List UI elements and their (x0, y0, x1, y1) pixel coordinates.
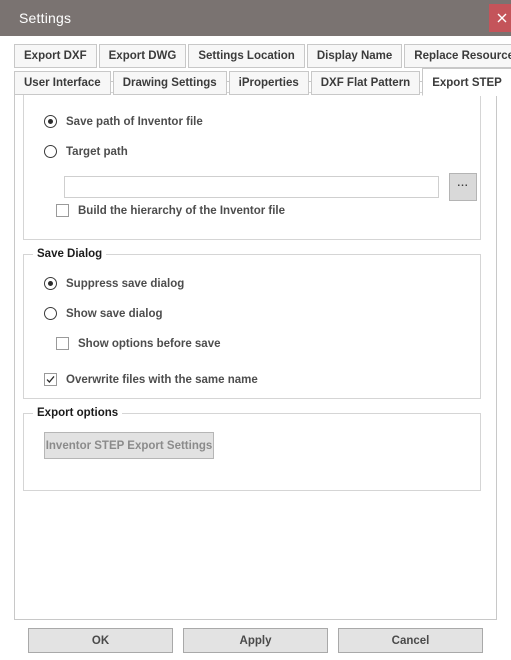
apply-button-label: Apply (239, 634, 272, 647)
checkbox-icon (56, 337, 69, 350)
radio-save-path-of-inventor-file[interactable]: Save path of Inventor file (44, 115, 203, 128)
inventor-step-export-settings-label: Inventor STEP Export Settings (45, 439, 213, 452)
tab-export-step[interactable]: Export STEP (422, 68, 511, 96)
checkbox-build-hierarchy-label: Build the hierarchy of the Inventor file (78, 204, 286, 217)
tab-row-2: User Interface Drawing Settings iPropert… (14, 68, 511, 96)
window-title: Settings (19, 10, 72, 26)
tab-row-1: Export DXF Export DWG Settings Location … (14, 44, 511, 68)
group-export-options-title: Export options (33, 407, 123, 419)
group-save-path: Save Path Save path of Inventor file Tar… (23, 86, 481, 240)
tab-export-dxf[interactable]: Export DXF (14, 44, 97, 68)
radio-suppress-save-dialog[interactable]: Suppress save dialog (44, 277, 184, 290)
tab-drawing-settings[interactable]: Drawing Settings (112, 71, 227, 95)
radio-target-path-label: Target path (66, 145, 128, 158)
radio-icon (44, 277, 57, 290)
checkbox-show-options-before-save[interactable]: Show options before save (56, 337, 221, 350)
radio-icon (44, 145, 57, 158)
tab-iproperties[interactable]: iProperties (228, 71, 309, 95)
browse-button[interactable]: ... (449, 173, 477, 201)
cancel-button-label: Cancel (391, 634, 430, 647)
radio-icon (44, 115, 57, 128)
checkbox-overwrite-files-label: Overwrite files with the same name (66, 373, 258, 386)
close-icon (497, 13, 507, 23)
radio-show-save-dialog[interactable]: Show save dialog (44, 307, 163, 320)
radio-save-path-of-inventor-file-label: Save path of Inventor file (66, 115, 203, 128)
tab-settings-location[interactable]: Settings Location (188, 44, 305, 68)
checkbox-overwrite-files[interactable]: Overwrite files with the same name (44, 373, 258, 386)
window-titlebar: Settings (0, 0, 511, 36)
inventor-step-export-settings-button[interactable]: Inventor STEP Export Settings (44, 432, 214, 459)
close-button[interactable] (489, 4, 511, 32)
radio-suppress-save-dialog-label: Suppress save dialog (66, 277, 185, 290)
radio-target-path[interactable]: Target path (44, 145, 128, 158)
checkbox-show-options-before-save-label: Show options before save (78, 337, 221, 350)
cancel-button[interactable]: Cancel (338, 628, 483, 653)
checkbox-icon (56, 204, 69, 217)
tab-dxf-flat-pattern[interactable]: DXF Flat Pattern (310, 71, 421, 95)
group-export-options: Export options Inventor STEP Export Sett… (23, 407, 481, 491)
target-path-input[interactable] (64, 176, 439, 198)
tab-user-interface[interactable]: User Interface (14, 71, 111, 95)
tab-strip: Export DXF Export DWG Settings Location … (0, 44, 511, 96)
checkbox-build-hierarchy[interactable]: Build the hierarchy of the Inventor file (56, 204, 285, 217)
tab-display-name[interactable]: Display Name (306, 44, 403, 68)
tab-export-dwg[interactable]: Export DWG (98, 44, 187, 68)
dialog-footer: OK Apply Cancel (0, 628, 511, 653)
ellipsis-icon: ... (457, 178, 469, 189)
group-save-dialog: Save Dialog Suppress save dialog Show sa… (23, 248, 481, 399)
group-save-dialog-title: Save Dialog (33, 248, 107, 260)
radio-show-save-dialog-label: Show save dialog (66, 307, 163, 320)
tab-replace-resources[interactable]: Replace Resources (404, 44, 511, 68)
apply-button[interactable]: Apply (183, 628, 328, 653)
ok-button[interactable]: OK (28, 628, 173, 653)
radio-icon (44, 307, 57, 320)
tab-panel-export-step: Save Path Save path of Inventor file Tar… (14, 81, 497, 620)
checkbox-icon (44, 373, 57, 386)
ok-button-label: OK (91, 634, 110, 647)
